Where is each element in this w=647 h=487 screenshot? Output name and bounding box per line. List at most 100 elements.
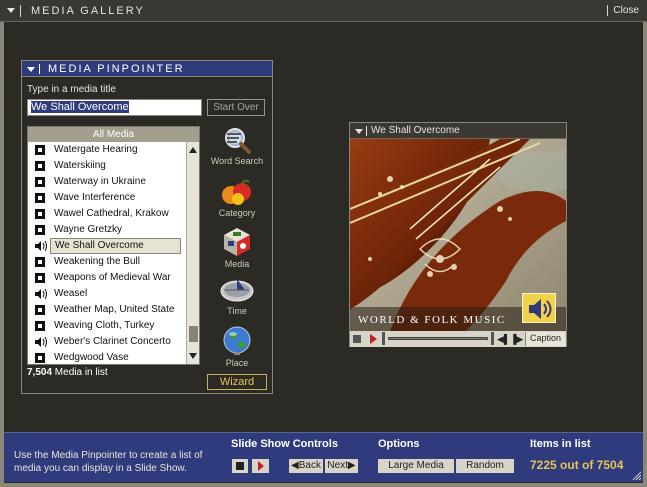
film-icon	[35, 353, 45, 363]
speaker-icon	[529, 299, 552, 319]
media-title-input[interactable]: We Shall Overcome	[27, 99, 202, 116]
list-item-label: Wave Interference	[54, 192, 136, 203]
film-icon	[35, 225, 45, 235]
film-icon	[35, 145, 45, 155]
list-item[interactable]: We Shall Overcome	[28, 238, 186, 254]
next-button[interactable]: Next▶	[325, 459, 358, 473]
pinpointer-header: MEDIA PINPOINTER	[22, 61, 272, 77]
list-item-label: Weasel	[54, 288, 88, 299]
large-media-button[interactable]: Large Media	[378, 459, 454, 473]
search-value: We Shall Overcome	[31, 101, 129, 113]
list-item-label: Waterway in Ukraine	[54, 176, 146, 187]
stop-button[interactable]	[353, 335, 361, 343]
list-item[interactable]: Wawel Cathedral, Krakow	[28, 206, 186, 222]
film-icon	[35, 161, 45, 171]
track-end-marker	[491, 332, 494, 345]
fast-forward-button[interactable]: ▐▶	[510, 334, 523, 344]
media-pinpointer-panel: MEDIA PINPOINTER Type in a media title W…	[21, 60, 273, 394]
list-item[interactable]: Weather Map, United State	[28, 302, 186, 318]
window-frame-right	[643, 22, 647, 487]
nav-label: Media	[224, 259, 250, 269]
speaker-icon	[35, 289, 47, 299]
image-caption: WORLD & FOLK MUSIC	[358, 314, 506, 326]
options-title: Options	[378, 438, 420, 450]
wizard-button[interactable]: Wizard	[207, 374, 267, 390]
list-item[interactable]: Waterway in Ukraine	[28, 174, 186, 190]
film-icon	[35, 177, 45, 187]
items-in-list-title: Items in list	[530, 438, 591, 450]
film-icon	[35, 257, 45, 267]
media-count-number: 7,504	[27, 367, 53, 378]
list-item[interactable]: Waterskiing	[28, 158, 186, 174]
list-scrollbar[interactable]	[186, 142, 199, 364]
play-button[interactable]	[370, 334, 377, 344]
collapse-triangle-icon[interactable]	[355, 129, 363, 134]
list-item-label: Watergate Hearing	[54, 144, 138, 155]
divider	[366, 126, 367, 136]
window-title: MEDIA GALLERY	[31, 5, 145, 17]
menu-triangle-icon[interactable]	[7, 8, 15, 13]
track-start-marker	[382, 332, 385, 345]
nav-label: Category	[218, 208, 256, 218]
help-text: Use the Media Pinpointer to create a lis…	[14, 450, 203, 474]
nav-category[interactable]: Category	[205, 177, 269, 218]
list-item[interactable]: Weber's Clarinet Concerto	[28, 334, 186, 350]
items-in-list-value: 7225 out of 7504	[530, 458, 624, 472]
start-over-button[interactable]: Start Over	[207, 99, 265, 116]
playback-controls: ◀▌ ▐▶ Caption	[350, 331, 566, 347]
media-count: 7,504 Media in list	[27, 367, 108, 378]
close-button[interactable]: Close	[607, 5, 639, 16]
list-item[interactable]: Weapons of Medieval War	[28, 270, 186, 286]
scroll-up-icon[interactable]	[189, 147, 197, 153]
collapse-triangle-icon[interactable]	[27, 67, 35, 72]
preview-image[interactable]: WORLD & FOLK MUSIC	[350, 139, 566, 331]
list-header: All Media	[28, 127, 199, 142]
list-item[interactable]: Watergate Hearing	[28, 142, 186, 158]
list-item-label: Weaving Cloth, Turkey	[54, 320, 155, 331]
slideshow-play-button[interactable]	[252, 459, 269, 473]
list-item[interactable]: Weakening the Bull	[28, 254, 186, 270]
film-icon	[35, 321, 45, 331]
fruit-icon	[222, 179, 251, 205]
list-item[interactable]: Wayne Gretzky	[28, 222, 186, 238]
nav-time[interactable]: Time	[205, 275, 269, 316]
list-item-label: Waterskiing	[54, 160, 106, 171]
divider	[20, 5, 21, 17]
list-item-label: Weather Map, United State	[54, 304, 175, 315]
preview-header: We Shall Overcome	[350, 123, 566, 139]
rewind-button[interactable]: ◀▌	[497, 334, 510, 344]
nav-label: Word Search	[210, 156, 264, 166]
speaker-icon	[35, 337, 47, 347]
nav-label: Time	[227, 306, 247, 316]
list-item[interactable]: Wedgwood Vase	[28, 350, 186, 364]
scroll-down-icon[interactable]	[189, 353, 197, 359]
nav-media[interactable]: Media	[205, 226, 269, 269]
list-rows: Watergate Hearing Waterskiing Waterway in …	[28, 142, 186, 364]
nav-word-search[interactable]: Word Search	[205, 125, 269, 166]
list-item[interactable]: Wave Interference	[28, 190, 186, 206]
list-item-label: Weber's Clarinet Concerto	[54, 336, 171, 347]
list-item[interactable]: Weasel	[28, 286, 186, 302]
scroll-thumb[interactable]	[189, 326, 198, 342]
playback-track[interactable]	[388, 337, 488, 340]
globe-icon	[223, 326, 251, 355]
resize-grip-icon[interactable]	[631, 470, 641, 480]
film-icon	[35, 273, 45, 283]
list-item[interactable]: Weaving Cloth, Turkey	[28, 318, 186, 334]
media-list[interactable]: All Media Watergate Hearing Waterskiing Wa…	[27, 126, 200, 365]
media-count-suffix: Media in list	[52, 367, 108, 378]
list-item-label: Wayne Gretzky	[54, 224, 122, 235]
sound-button[interactable]	[522, 293, 556, 323]
film-icon	[35, 209, 45, 219]
nav-place[interactable]: Place	[205, 325, 269, 368]
pinpointer-title: MEDIA PINPOINTER	[48, 63, 185, 75]
back-button[interactable]: ◀Back	[289, 459, 323, 473]
media-cube-icon	[224, 228, 250, 256]
list-item-label: Wedgwood Vase	[54, 352, 129, 363]
slideshow-controls-title: Slide Show Controls	[231, 438, 338, 450]
magnifier-icon	[225, 128, 251, 154]
slideshow-stop-button[interactable]	[232, 459, 248, 473]
list-item-label: We Shall Overcome	[50, 238, 181, 254]
random-button[interactable]: Random	[456, 459, 514, 473]
caption-button[interactable]: Caption	[525, 332, 565, 346]
